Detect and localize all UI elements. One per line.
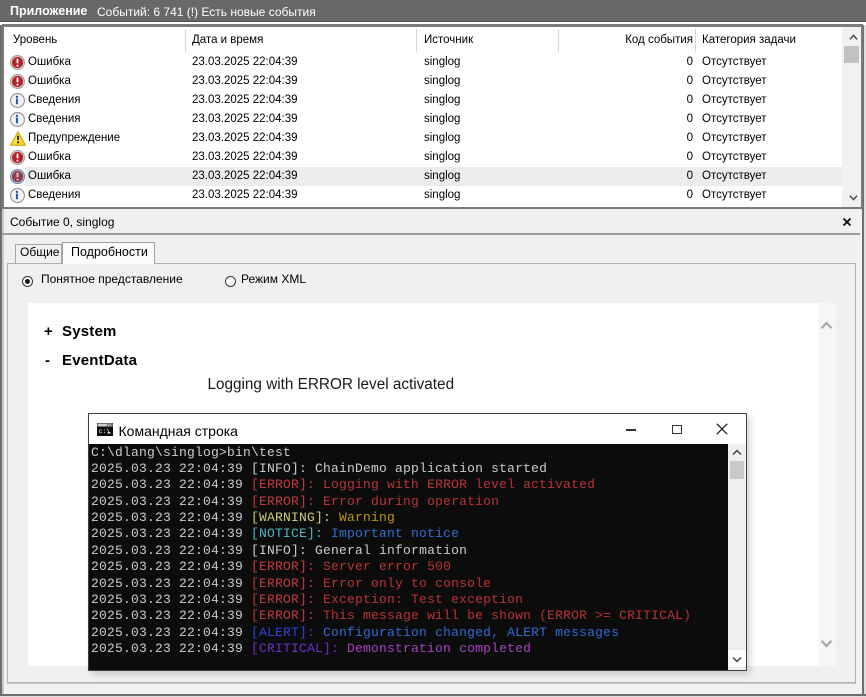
svg-text:c:\: c:\ (99, 428, 111, 435)
